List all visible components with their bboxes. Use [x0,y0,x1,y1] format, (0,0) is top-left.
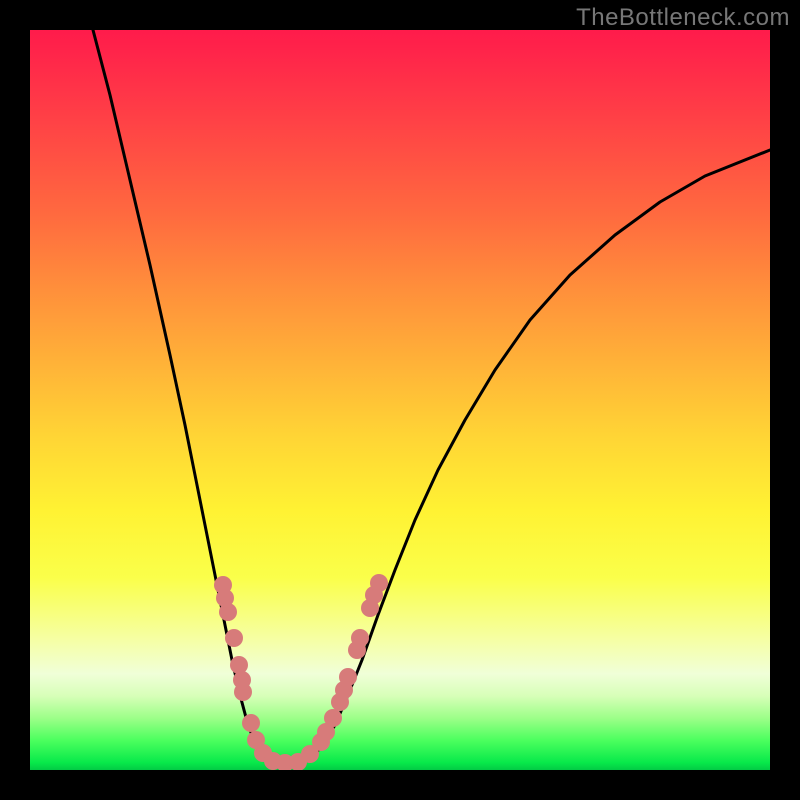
marker-left [242,714,260,732]
marker-left [225,629,243,647]
watermark-text: TheBottleneck.com [576,4,790,32]
bottleneck-curve [93,30,770,765]
marker-right [370,574,388,592]
chart-svg [30,30,770,770]
outer-frame: TheBottleneck.com [0,0,800,800]
marker-left [230,656,248,674]
marker-left [219,603,237,621]
marker-right [351,629,369,647]
marker-left [234,683,252,701]
marker-right [339,668,357,686]
plot-area [30,30,770,770]
marker-right [324,709,342,727]
